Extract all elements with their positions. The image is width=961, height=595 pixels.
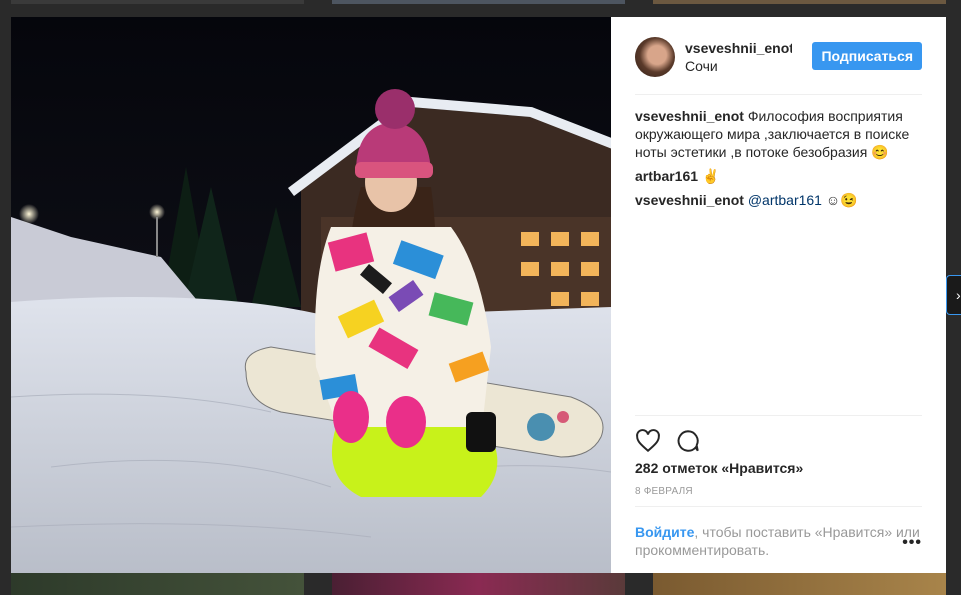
comment-author[interactable]: vseveshnii_enot [635,108,744,124]
login-link[interactable]: Войдите [635,524,694,540]
comment-author[interactable]: vseveshnii_enot [635,192,744,208]
comment-item: vseveshnii_enot Философия восприятия окр… [635,107,922,161]
grid-thumbnail[interactable] [332,573,625,595]
avatar[interactable] [635,37,675,77]
post-location[interactable]: Сочи [685,58,718,74]
comments-list: vseveshnii_enot Философия восприятия окр… [635,107,922,215]
post-actions: 282 отметок «Нравится» 8 февраля [635,415,922,507]
grid-thumbnail[interactable] [653,0,946,4]
comment-item: artbar161 ✌ [635,167,922,185]
more-options-icon[interactable]: ••• [902,534,922,552]
follow-button[interactable]: Подписаться [812,42,922,70]
login-prompt: Войдите, чтобы поставить «Нравится» или … [635,506,922,559]
grid-thumbnail[interactable] [11,0,304,4]
post-photo[interactable] [11,17,611,573]
photo-illustration [11,17,611,573]
post-date: 8 февраля [635,486,693,497]
comment-text: ✌ [701,168,720,184]
comment-icon[interactable] [675,428,701,454]
grid-thumbnail[interactable] [332,0,625,4]
chevron-right-icon: › [956,287,961,303]
likes-count[interactable]: 282 отметок «Нравится» [635,460,803,476]
comment-author[interactable]: artbar161 [635,168,698,184]
comment-item: vseveshnii_enot @artbar161 ☺😉 [635,191,922,209]
post-modal: vseveshnii_enot Сочи Подписаться vsevesh… [11,17,946,573]
grid-thumbnail[interactable] [653,573,946,595]
comment-mention[interactable]: @artbar161 [748,192,822,208]
post-username[interactable]: vseveshnii_enot [685,40,792,56]
comment-text: ☺😉 [825,192,858,208]
post-sidebar: vseveshnii_enot Сочи Подписаться vsevesh… [611,17,946,573]
next-post-button[interactable]: › [946,275,961,315]
grid-thumbnail[interactable] [11,573,304,595]
post-header: vseveshnii_enot Сочи Подписаться [635,17,922,95]
heart-icon[interactable] [635,428,661,454]
